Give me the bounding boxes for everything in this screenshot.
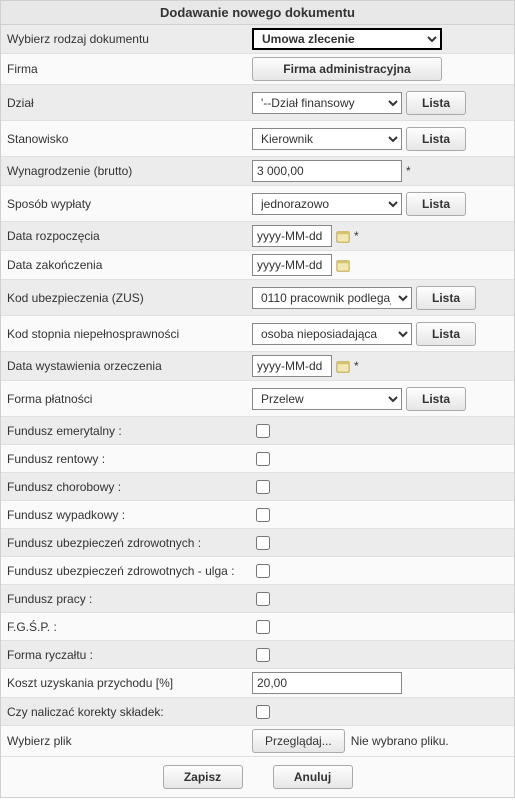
- label-f-zdrowotny-ulga: Fundusz ubezpieczeń zdrowotnych - ulga :: [7, 564, 252, 578]
- kod-niepel-select[interactable]: osoba nieposiadająca: [252, 323, 412, 345]
- label-sposob: Sposób wypłaty: [7, 197, 252, 211]
- f-rentowy-checkbox[interactable]: [256, 452, 270, 466]
- label-f-rentowy: Fundusz rentowy :: [7, 452, 252, 466]
- label-stanowisko: Stanowisko: [7, 132, 252, 146]
- ryczalt-checkbox[interactable]: [256, 648, 270, 662]
- required-star: *: [406, 164, 411, 178]
- stanowisko-lista-button[interactable]: Lista: [406, 127, 466, 151]
- doc-type-select[interactable]: Umowa zlecenie: [252, 28, 442, 50]
- browse-button[interactable]: Przeglądaj...: [252, 729, 345, 753]
- data-zakonczenia-input[interactable]: [252, 254, 332, 276]
- label-kod-zus: Kod ubezpieczenia (ZUS): [7, 291, 252, 305]
- label-f-emerytalny: Fundusz emerytalny :: [7, 424, 252, 438]
- label-f-pracy: Fundusz pracy :: [7, 592, 252, 606]
- required-star: *: [354, 359, 359, 373]
- sposob-select[interactable]: jednorazowo: [252, 193, 402, 215]
- label-f-wypadkowy: Fundusz wypadkowy :: [7, 508, 252, 522]
- niepel-lista-button[interactable]: Lista: [416, 322, 476, 346]
- label-forma-platnosci: Forma płatności: [7, 392, 252, 406]
- label-kod-niepel: Kod stopnia niepełnosprawności: [7, 327, 252, 341]
- label-dzial: Dział: [7, 96, 252, 110]
- label-ryczalt: Forma ryczałtu :: [7, 648, 252, 662]
- label-plik: Wybierz plik: [7, 734, 252, 748]
- calendar-icon[interactable]: [336, 229, 350, 243]
- firma-button[interactable]: Firma administracyjna: [252, 57, 442, 81]
- label-wynagrodzenie: Wynagrodzenie (brutto): [7, 164, 252, 178]
- f-pracy-checkbox[interactable]: [256, 592, 270, 606]
- f-emerytalny-checkbox[interactable]: [256, 424, 270, 438]
- f-zdrowotny-checkbox[interactable]: [256, 536, 270, 550]
- save-button[interactable]: Zapisz: [163, 765, 243, 789]
- calendar-icon[interactable]: [336, 359, 350, 373]
- zus-lista-button[interactable]: Lista: [416, 286, 476, 310]
- label-f-chorobowy: Fundusz chorobowy :: [7, 480, 252, 494]
- cancel-button[interactable]: Anuluj: [273, 765, 353, 789]
- forma-platnosci-select[interactable]: Przelew: [252, 388, 402, 410]
- stanowisko-select[interactable]: Kierownik: [252, 128, 402, 150]
- data-orzeczenia-input[interactable]: [252, 355, 332, 377]
- label-data-orzeczenia: Data wystawienia orzeczenia: [7, 359, 252, 373]
- f-zdrowotny-ulga-checkbox[interactable]: [256, 564, 270, 578]
- label-data-zakonczenia: Data zakończenia: [7, 258, 252, 272]
- kod-zus-select[interactable]: 0110 pracownik podlegający: [252, 287, 412, 309]
- label-firma: Firma: [7, 62, 252, 76]
- dzial-select[interactable]: '--Dział finansowy: [252, 92, 402, 114]
- dzial-lista-button[interactable]: Lista: [406, 91, 466, 115]
- data-rozpoczecia-input[interactable]: [252, 225, 332, 247]
- korekty-checkbox[interactable]: [256, 705, 270, 719]
- sposob-lista-button[interactable]: Lista: [406, 192, 466, 216]
- label-doc-type: Wybierz rodzaj dokumentu: [7, 32, 252, 46]
- koszt-input[interactable]: [252, 672, 402, 694]
- platnosc-lista-button[interactable]: Lista: [406, 387, 466, 411]
- fgsp-checkbox[interactable]: [256, 620, 270, 634]
- label-koszt: Koszt uzyskania przychodu [%]: [7, 676, 252, 690]
- label-korekty: Czy naliczać korekty składek:: [7, 705, 252, 719]
- f-chorobowy-checkbox[interactable]: [256, 480, 270, 494]
- file-status-text: Nie wybrano pliku.: [351, 734, 449, 748]
- page-title: Dodawanie nowego dokumentu: [1, 1, 514, 25]
- wynagrodzenie-input[interactable]: [252, 160, 402, 182]
- label-data-rozpoczecia: Data rozpoczęcia: [7, 229, 252, 243]
- calendar-icon[interactable]: [336, 258, 350, 272]
- label-f-zdrowotny: Fundusz ubezpieczeń zdrowotnych :: [7, 536, 252, 550]
- required-star: *: [354, 229, 359, 243]
- label-fgsp: F.G.Ś.P. :: [7, 620, 252, 634]
- f-wypadkowy-checkbox[interactable]: [256, 508, 270, 522]
